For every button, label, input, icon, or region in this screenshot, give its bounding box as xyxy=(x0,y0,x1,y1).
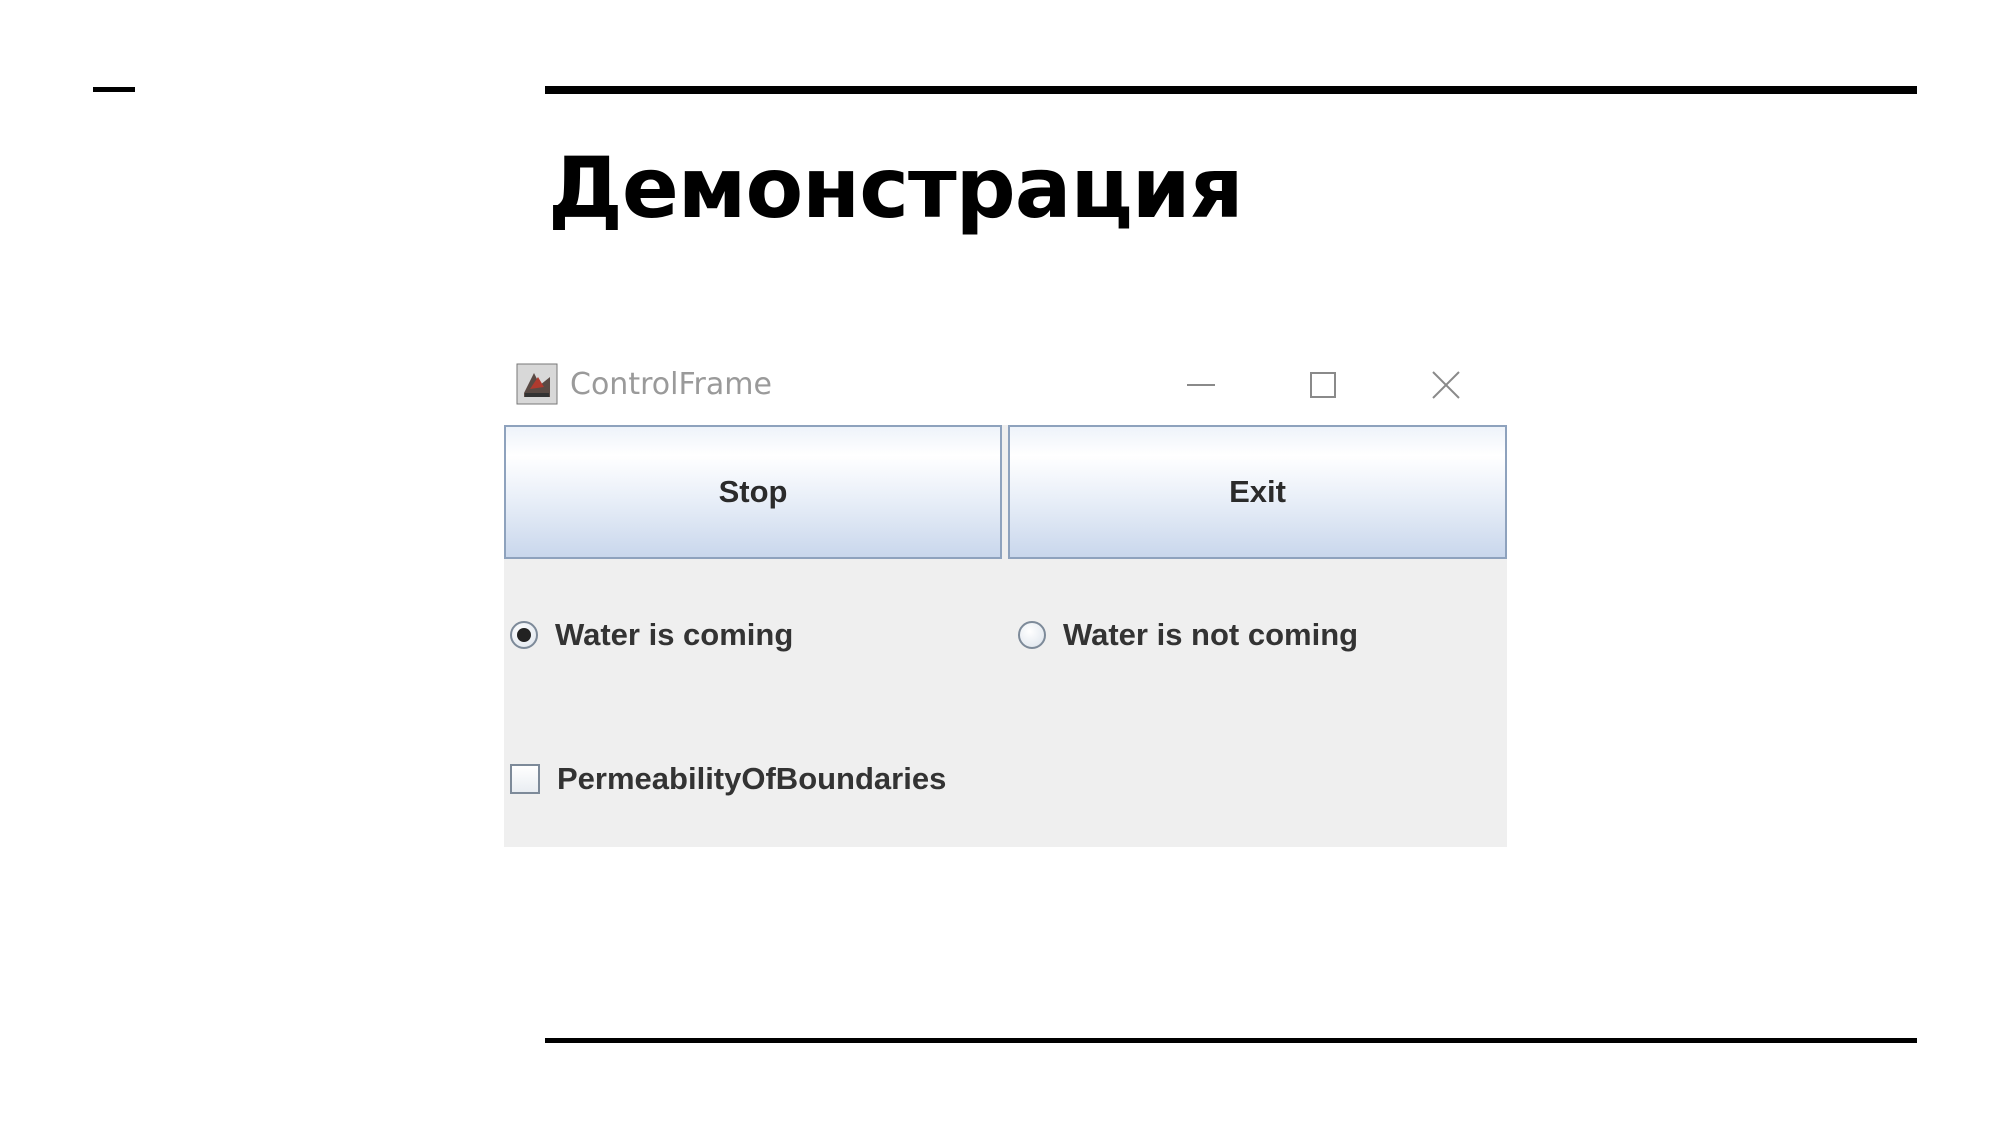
close-button[interactable] xyxy=(1406,355,1486,415)
radio-water-is-coming[interactable]: Water is coming xyxy=(510,617,793,653)
window-title: ControlFrame xyxy=(570,367,772,402)
minimize-button[interactable] xyxy=(1161,355,1241,415)
exit-button[interactable]: Exit xyxy=(1008,425,1507,559)
minimize-icon xyxy=(1187,383,1215,387)
checkbox-label: PermeabilityOfBoundaries xyxy=(557,761,947,796)
window-titlebar[interactable]: ControlFrame xyxy=(504,355,1507,425)
slide-corner-dash xyxy=(93,87,135,92)
radio-water-is-not-coming[interactable]: Water is not coming xyxy=(1018,617,1358,653)
slide-title: Демонстрация xyxy=(548,139,1244,237)
checkbox-permeability[interactable]: PermeabilityOfBoundaries xyxy=(510,761,946,797)
bottom-rule xyxy=(545,1038,1917,1043)
maximize-button[interactable] xyxy=(1283,355,1363,415)
radio-unselected-icon[interactable] xyxy=(1018,621,1046,649)
close-icon xyxy=(1432,371,1460,399)
java-cup-icon xyxy=(516,363,558,405)
radio-label: Water is not coming xyxy=(1063,617,1359,652)
maximize-icon xyxy=(1310,372,1336,398)
radio-label: Water is coming xyxy=(555,617,794,652)
control-frame-window: ControlFrame Stop Exit Water is coming W… xyxy=(504,355,1507,847)
stop-button[interactable]: Stop xyxy=(504,425,1002,559)
top-rule xyxy=(545,86,1917,94)
radio-selected-icon[interactable] xyxy=(510,621,538,649)
checkbox-box[interactable] xyxy=(510,764,540,794)
